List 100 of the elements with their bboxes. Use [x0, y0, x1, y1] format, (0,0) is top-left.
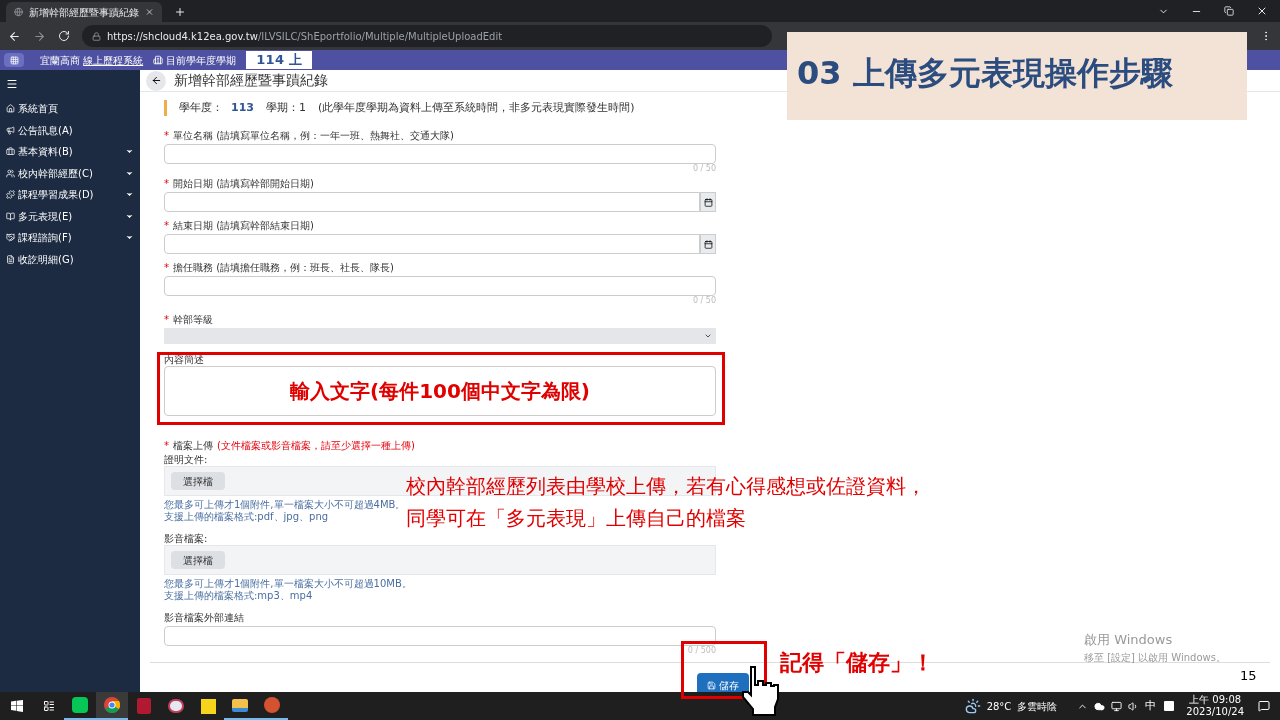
field-label: 影音檔案外部連結	[164, 610, 244, 625]
close-icon[interactable]	[1256, 5, 1268, 17]
help-text: 支援上傳的檔案格式:pdf、jpg、png	[164, 511, 329, 523]
back-icon[interactable]	[8, 29, 21, 43]
required-mark: *	[164, 312, 169, 327]
required-mark: *	[164, 176, 169, 191]
temperature: 28°C	[986, 699, 1012, 714]
field-label: 內容簡述	[164, 352, 204, 367]
field-label: 結束日期 (請填寫幹部結束日期)	[173, 218, 314, 233]
help-text: 您最多可上傳才1個附件,單一檔案大小不可超過4MB。	[164, 499, 406, 511]
reload-icon[interactable]	[58, 30, 70, 42]
ime-mode-icon[interactable]	[1164, 701, 1175, 711]
sticky-note-icon	[200, 698, 216, 714]
sidebar-item[interactable]: 系統首頁	[0, 98, 140, 120]
upload-annotation: 同學可在「多元表現」上傳自己的檔案	[406, 505, 747, 532]
sidebar-item[interactable]: 課程學習成果(D)	[0, 184, 140, 206]
new-tab-icon[interactable]	[174, 6, 186, 18]
back-button[interactable]	[146, 70, 166, 91]
chat-app-icon	[72, 697, 88, 713]
sidebar-item[interactable]: 基本資料(B)	[0, 141, 140, 163]
menu-item-icon	[6, 254, 15, 264]
network-icon[interactable]	[1111, 700, 1123, 712]
menu-item-icon	[6, 104, 15, 114]
field-label: 幹部等級	[173, 312, 213, 327]
page-title: 新增幹部經歷暨事蹟紀錄	[174, 71, 328, 90]
restore-icon[interactable]	[1224, 6, 1234, 16]
text-input[interactable]	[164, 626, 716, 646]
weather-text: 多雲時陰	[1017, 699, 1058, 714]
text-input[interactable]	[164, 276, 716, 296]
choose-file-button[interactable]: 選擇檔	[171, 472, 225, 490]
sidebar-item[interactable]: 公告訊息(A)	[0, 119, 140, 141]
browser-icon	[104, 697, 120, 713]
help-text: 支援上傳的檔案格式:mp3、mp4	[164, 590, 313, 602]
char-counter: 0 / 50	[692, 296, 716, 306]
globe-icon	[14, 7, 23, 17]
calendar-button[interactable]	[700, 234, 716, 254]
term-label: 目前學年度學期	[166, 53, 237, 68]
sidebar-item[interactable]: 多元表現(E)	[0, 205, 140, 227]
date-input[interactable]	[164, 192, 700, 212]
school-icon	[153, 55, 164, 65]
back-icon	[150, 75, 162, 86]
group-label: 證明文件:	[164, 453, 209, 466]
char-counter: 0 / 500	[687, 646, 716, 656]
caret-icon	[704, 332, 712, 340]
slide-number: 15	[1240, 667, 1257, 685]
url-text: https://shcloud4.k12ea.gov.tw/ILVSILC/ShEportfolio/Multiple/MultipleUploadEdit	[107, 29, 503, 44]
required-mark: *	[164, 260, 169, 275]
cloud-icon[interactable]	[1094, 700, 1106, 712]
weather-icon[interactable]	[964, 698, 981, 714]
menu-item-icon	[6, 190, 15, 200]
field-label: 單位名稱 (請填寫單位名稱，例：一年一班、熱舞社、交通大隊)	[173, 128, 454, 143]
choose-file-button[interactable]: 選擇檔	[171, 551, 225, 569]
term-note: (此學年度學期為資料上傳至系統時間，非多元表現實際發生時間)	[317, 99, 635, 116]
sidebar-item[interactable]: 收訖明細(G)	[0, 248, 140, 270]
save-annotation: 記得「儲存」！	[780, 649, 934, 677]
char-counter: 0 / 50	[692, 164, 716, 174]
notification-icon[interactable]	[1258, 700, 1270, 712]
date-input[interactable]	[164, 234, 700, 254]
calendar-icon	[703, 239, 713, 249]
textarea-annotation: 輸入文字(每件100個中文字為限)	[290, 378, 590, 405]
calendar-button[interactable]	[700, 192, 716, 212]
grid-icon	[9, 55, 19, 65]
apps-grid-button[interactable]	[4, 53, 24, 67]
select-field[interactable]	[164, 328, 716, 344]
field-label: 擔任職務 (請填擔任職務，例：班長、社長、隊長)	[173, 260, 394, 275]
sidebar-item[interactable]: 校內幹部經歷(C)	[0, 162, 140, 184]
textarea-field[interactable]: 輸入文字(每件100個中文字為限)	[164, 366, 716, 416]
clock[interactable]: 上午 09:08 2023/10/24	[1186, 694, 1244, 718]
required-mark: *	[164, 128, 169, 143]
term-value: 114 上	[246, 51, 313, 69]
taskbar-app[interactable]	[96, 692, 128, 720]
menu-item-icon	[6, 233, 15, 243]
input-method[interactable]: 中	[1145, 697, 1157, 715]
activation-subtitle: 移至 [設定] 以啟用 Windows。	[1084, 650, 1226, 665]
upload-annotation: 校內幹部經歷列表由學校上傳，若有心得感想或佐證資料，	[406, 473, 926, 500]
field-label: 開始日期 (請填寫幹部開始日期)	[173, 176, 314, 191]
text-input[interactable]	[164, 144, 716, 164]
menu-item-icon	[6, 147, 15, 157]
calendar-icon	[703, 197, 713, 207]
forward-icon[interactable]	[33, 29, 46, 43]
lock-icon	[92, 31, 101, 41]
save-icon	[707, 680, 716, 690]
task-view-icon[interactable]	[43, 700, 55, 712]
browser-tab[interactable]: 新增幹部經歷暨事蹟紀錄	[6, 2, 162, 22]
system-name: 宜蘭高商 線上歷程系統	[40, 53, 144, 68]
sidebar-item[interactable]: 課程諮詢(F)	[0, 227, 140, 249]
menu-item-icon	[6, 125, 15, 135]
menu-icon[interactable]	[6, 78, 18, 90]
menu-item-icon	[6, 211, 15, 221]
slide-title-banner: 03 上傳多元表現操作步驟	[787, 32, 1247, 120]
windows-logo-icon[interactable]	[11, 700, 23, 712]
year-label: 學年度：	[179, 99, 223, 116]
address-bar[interactable]: https://shcloud4.k12ea.gov.tw/ILVSILC/ShEportfolio/Multiple/MultipleUploadEdit	[82, 25, 772, 47]
upload-hint: (文件檔案或影音檔案，請至少選擇一種上傳)	[217, 438, 415, 453]
menu-item-icon	[6, 168, 15, 178]
help-text: 您最多可上傳才1個附件,單一檔案大小不可超過10MB。	[164, 578, 412, 590]
group-label: 影音檔案:	[164, 532, 209, 545]
activation-title: 啟用 Windows	[1084, 631, 1174, 649]
semester-text: 學期：1	[265, 99, 306, 116]
folder-icon	[232, 698, 248, 712]
